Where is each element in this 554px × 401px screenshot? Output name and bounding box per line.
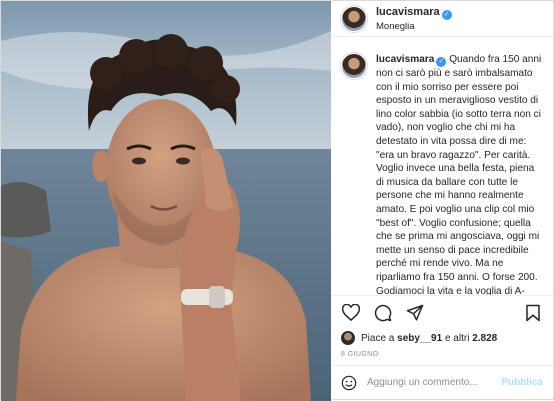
smiley-icon[interactable] bbox=[341, 375, 357, 391]
likes-user-link[interactable]: seby__91 bbox=[397, 333, 442, 344]
share-button[interactable] bbox=[405, 303, 425, 323]
photo-image bbox=[1, 1, 331, 401]
caption-username-link[interactable]: lucavismara bbox=[376, 54, 434, 65]
comment-box: Pubblica bbox=[331, 365, 553, 399]
comment-input[interactable] bbox=[367, 377, 502, 388]
heart-icon bbox=[342, 304, 360, 321]
like-button[interactable] bbox=[341, 303, 361, 323]
verified-badge-icon: ✓ bbox=[436, 57, 447, 67]
avatar[interactable] bbox=[341, 5, 367, 32]
post-sidebar: lucavismara ✓ Moneglia lucavismara ✓ Quand… bbox=[331, 1, 553, 399]
post-photo[interactable] bbox=[1, 1, 331, 401]
publish-button[interactable]: Pubblica bbox=[501, 377, 543, 388]
likes-count-link[interactable]: 2.828 bbox=[472, 333, 497, 344]
action-bar bbox=[331, 295, 553, 329]
caption-text: Quando fra 150 anni non ci sarò più e sa… bbox=[376, 54, 542, 295]
comment-button[interactable] bbox=[373, 303, 393, 323]
save-button[interactable] bbox=[523, 303, 543, 323]
post-container: lucavismara ✓ Moneglia lucavismara ✓ Quand… bbox=[0, 0, 554, 401]
bookmark-icon bbox=[526, 304, 540, 321]
post-date[interactable]: 8 GIUGNO bbox=[331, 347, 553, 365]
location-link[interactable]: Moneglia bbox=[376, 20, 452, 33]
liker-avatar bbox=[341, 331, 355, 345]
header-text: lucavismara ✓ Moneglia bbox=[376, 4, 452, 33]
paper-plane-icon bbox=[406, 304, 424, 320]
caption-area: lucavismara ✓ Quando fra 150 anni non ci … bbox=[331, 37, 553, 295]
likes-row: Piace a seby__91 e altri 2.828 bbox=[331, 329, 553, 347]
post-header: lucavismara ✓ Moneglia bbox=[331, 1, 553, 37]
verified-badge-icon: ✓ bbox=[441, 10, 452, 20]
likes-mid: e altri bbox=[444, 332, 470, 344]
caption-avatar[interactable] bbox=[341, 53, 367, 79]
likes-prefix: Piace a bbox=[361, 332, 395, 344]
username-link[interactable]: lucavismara bbox=[376, 6, 440, 18]
caption: lucavismara ✓ Quando fra 150 anni non ci … bbox=[376, 53, 541, 295]
comment-icon bbox=[374, 304, 392, 321]
